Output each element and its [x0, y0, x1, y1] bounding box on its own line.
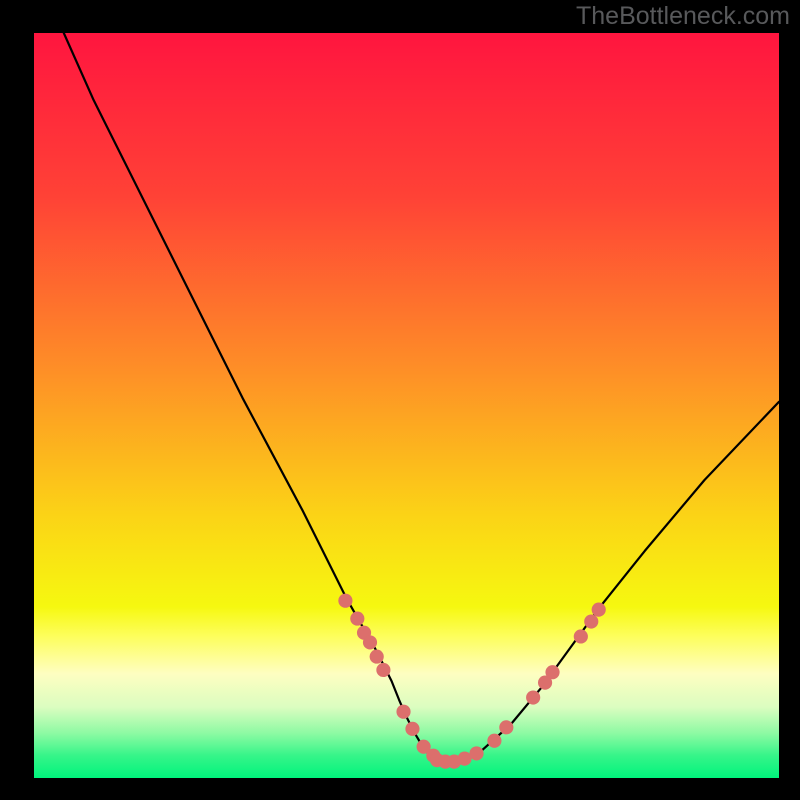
data-point	[338, 594, 352, 608]
data-point	[592, 603, 606, 617]
data-point	[469, 746, 483, 760]
data-point	[584, 614, 598, 628]
data-point	[526, 690, 540, 704]
data-point	[350, 611, 364, 625]
data-point	[396, 705, 410, 719]
plot-area	[34, 33, 779, 778]
data-point	[545, 665, 559, 679]
chart-frame	[0, 0, 800, 800]
data-point	[499, 720, 513, 734]
chart-background	[34, 33, 779, 778]
data-point	[574, 629, 588, 643]
chart-svg	[34, 33, 779, 778]
data-point	[487, 734, 501, 748]
data-point	[370, 649, 384, 663]
watermark-text: TheBottleneck.com	[576, 0, 800, 31]
data-point	[376, 663, 390, 677]
data-point	[363, 635, 377, 649]
data-point	[405, 722, 419, 736]
